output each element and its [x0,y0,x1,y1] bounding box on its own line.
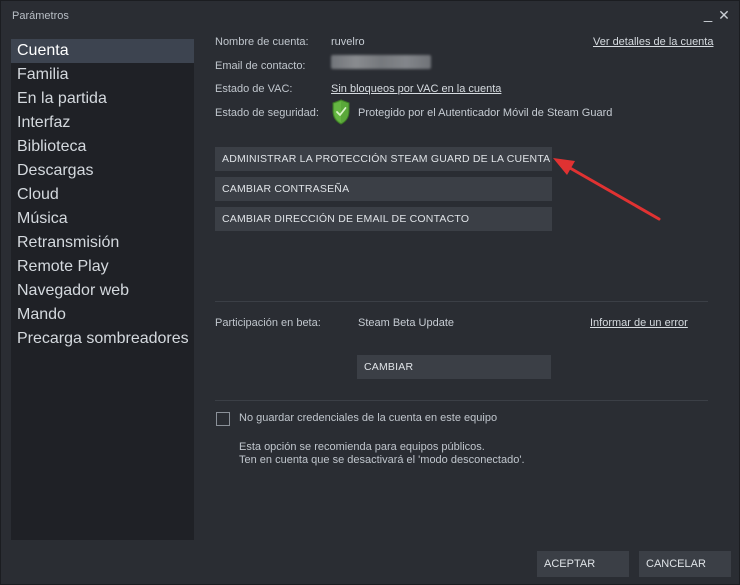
vac-status-link[interactable]: Sin bloqueos por VAC en la cuenta [331,83,501,95]
sidebar-item-interfaz[interactable]: Interfaz [11,111,194,135]
title-bar[interactable]: Parámetros _ ✕ [1,1,739,31]
vac-status-label: Estado de VAC: [215,83,293,95]
account-name-value: ruvelro [331,36,365,48]
account-details-link[interactable]: Ver detalles de la cuenta [593,36,713,48]
cancel-button[interactable]: CANCELAR [639,551,731,577]
minimize-icon[interactable]: _ [700,6,716,24]
accept-button[interactable]: ACEPTAR [537,551,629,577]
sidebar-item-remote-play[interactable]: Remote Play [11,255,194,279]
beta-participation-value: Steam Beta Update [358,317,455,329]
change-password-button[interactable]: CAMBIAR CONTRASEÑA [215,177,552,201]
close-icon[interactable]: ✕ [716,6,732,24]
change-email-button[interactable]: CAMBIAR DIRECCIÓN DE EMAIL DE CONTACTO [215,207,552,231]
window-title: Parámetros [12,10,69,22]
dont-save-credentials-checkbox[interactable] [216,412,230,426]
sidebar-item-familia[interactable]: Familia [11,63,194,87]
sidebar-item-en-la-partida[interactable]: En la partida [11,87,194,111]
sidebar-item-biblioteca[interactable]: Biblioteca [11,135,194,159]
credentials-note-line1: Esta opción se recomienda para equipos p… [239,441,485,453]
sidebar-item-cloud[interactable]: Cloud [11,183,194,207]
manage-steam-guard-button[interactable]: ADMINISTRAR LA PROTECCIÓN STEAM GUARD DE… [215,147,552,171]
sidebar-item-descargas[interactable]: Descargas [11,159,194,183]
dont-save-credentials-label[interactable]: No guardar credenciales de la cuenta en … [239,412,497,424]
beta-participation-label: Participación en beta: [215,317,321,329]
sidebar-item-mando[interactable]: Mando [11,303,194,327]
settings-window: Parámetros _ ✕ Cuenta Familia En la part… [0,0,740,585]
account-name-label: Nombre de cuenta: [215,36,309,48]
report-bug-link[interactable]: Informar de un error [590,317,688,329]
change-beta-button[interactable]: CAMBIAR [357,355,551,379]
settings-sidebar: Cuenta Familia En la partida Interfaz Bi… [11,39,194,540]
contact-email-value-blurred [331,55,431,69]
sidebar-item-navegador-web[interactable]: Navegador web [11,279,194,303]
security-status-value: Protegido por el Autenticador Móvil de S… [358,107,613,119]
account-panel: Nombre de cuenta: ruvelro Ver detalles d… [195,31,730,541]
sidebar-item-musica[interactable]: Música [11,207,194,231]
section-divider [215,400,708,401]
sidebar-item-precarga-sombreadores[interactable]: Precarga sombreadores [11,327,194,351]
credentials-note-line2: Ten en cuenta que se desactivará el 'mod… [239,454,525,466]
security-status-label: Estado de seguridad: [215,107,319,119]
sidebar-item-retransmision[interactable]: Retransmisión [11,231,194,255]
sidebar-item-cuenta[interactable]: Cuenta [11,39,194,63]
section-divider [215,301,708,302]
shield-check-icon [332,99,350,125]
contact-email-label: Email de contacto: [215,60,306,72]
